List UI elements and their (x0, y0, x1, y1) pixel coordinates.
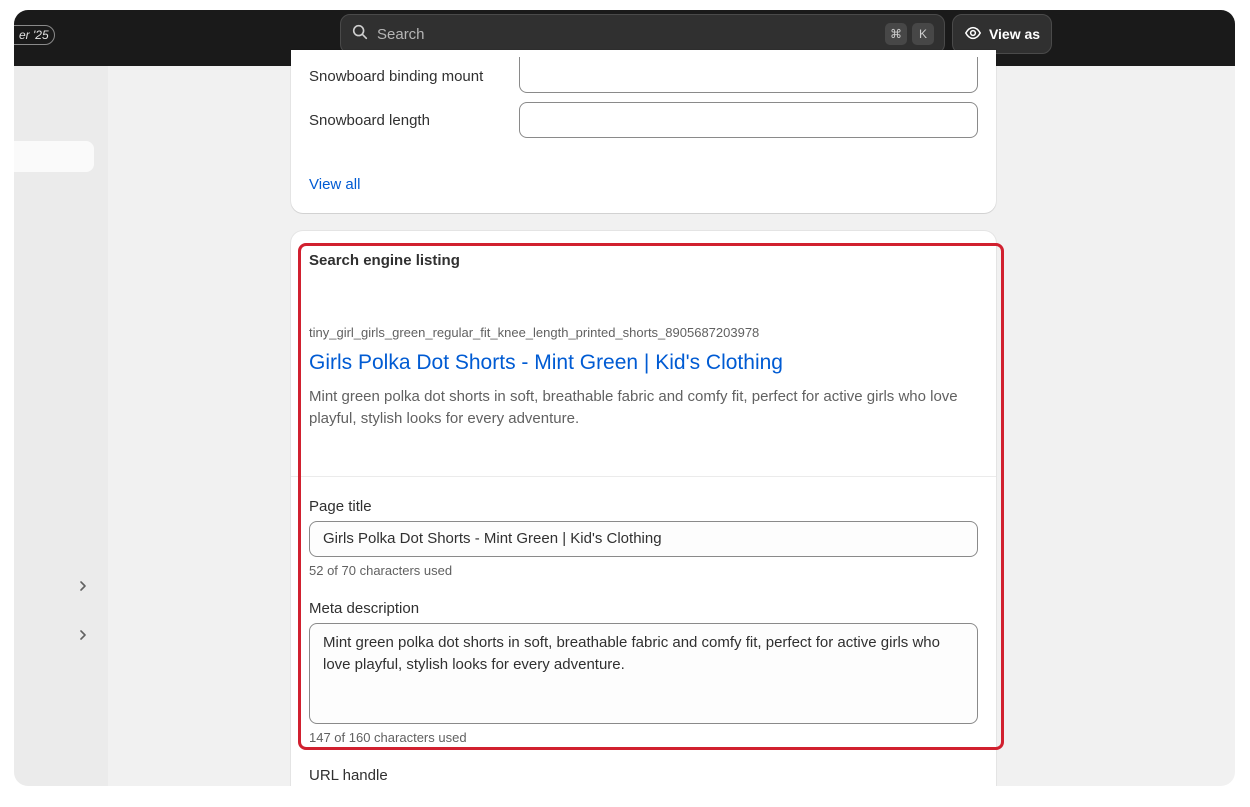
search-engine-listing-card: Search engine listing tiny_girl_girls_gr… (291, 231, 996, 786)
preview-url: tiny_girl_girls_green_regular_fit_knee_l… (309, 325, 760, 340)
section-title: Search engine listing (309, 252, 460, 269)
meta-description-help: 147 of 160 characters used (309, 730, 467, 745)
chevron-right-icon[interactable] (76, 628, 90, 642)
metafield-input-length[interactable] (519, 102, 978, 138)
page-title-input[interactable]: Girls Polka Dot Shorts - Mint Green | Ki… (309, 521, 978, 557)
global-search[interactable]: Search ⌘ K (340, 14, 945, 54)
meta-description-textarea[interactable]: Mint green polka dot shorts in soft, bre… (309, 623, 978, 724)
admin-window: er '25 Search ⌘ K View as Snowboard bind… (14, 10, 1235, 786)
view-all-link[interactable]: View all (309, 176, 360, 193)
url-handle-label: URL handle (309, 767, 388, 784)
k-key: K (912, 23, 934, 45)
search-placeholder: Search (377, 25, 425, 43)
view-as-button[interactable]: View as (952, 14, 1052, 54)
metafield-label-binding-mount: Snowboard binding mount (309, 68, 484, 85)
metafield-label-length: Snowboard length (309, 112, 430, 129)
preview-title: Girls Polka Dot Shorts - Mint Green | Ki… (309, 351, 783, 374)
preview-description: Mint green polka dot shorts in soft, bre… (309, 388, 958, 427)
sidebar-selected-item[interactable] (14, 141, 94, 172)
search-icon (351, 23, 369, 46)
metafield-input-binding-mount[interactable] (519, 57, 978, 93)
edition-badge[interactable]: er '25 (14, 25, 55, 45)
metafields-card: Snowboard binding mount Snowboard length… (291, 50, 996, 213)
eye-icon (964, 24, 982, 45)
meta-description-label: Meta description (309, 600, 420, 617)
divider (291, 476, 996, 477)
page-title-help: 52 of 70 characters used (309, 563, 453, 578)
chevron-right-icon[interactable] (76, 579, 90, 593)
view-as-label: View as (988, 26, 1041, 42)
command-key: ⌘ (885, 23, 907, 45)
page-title-label: Page title (309, 498, 372, 515)
sidebar (14, 66, 108, 786)
